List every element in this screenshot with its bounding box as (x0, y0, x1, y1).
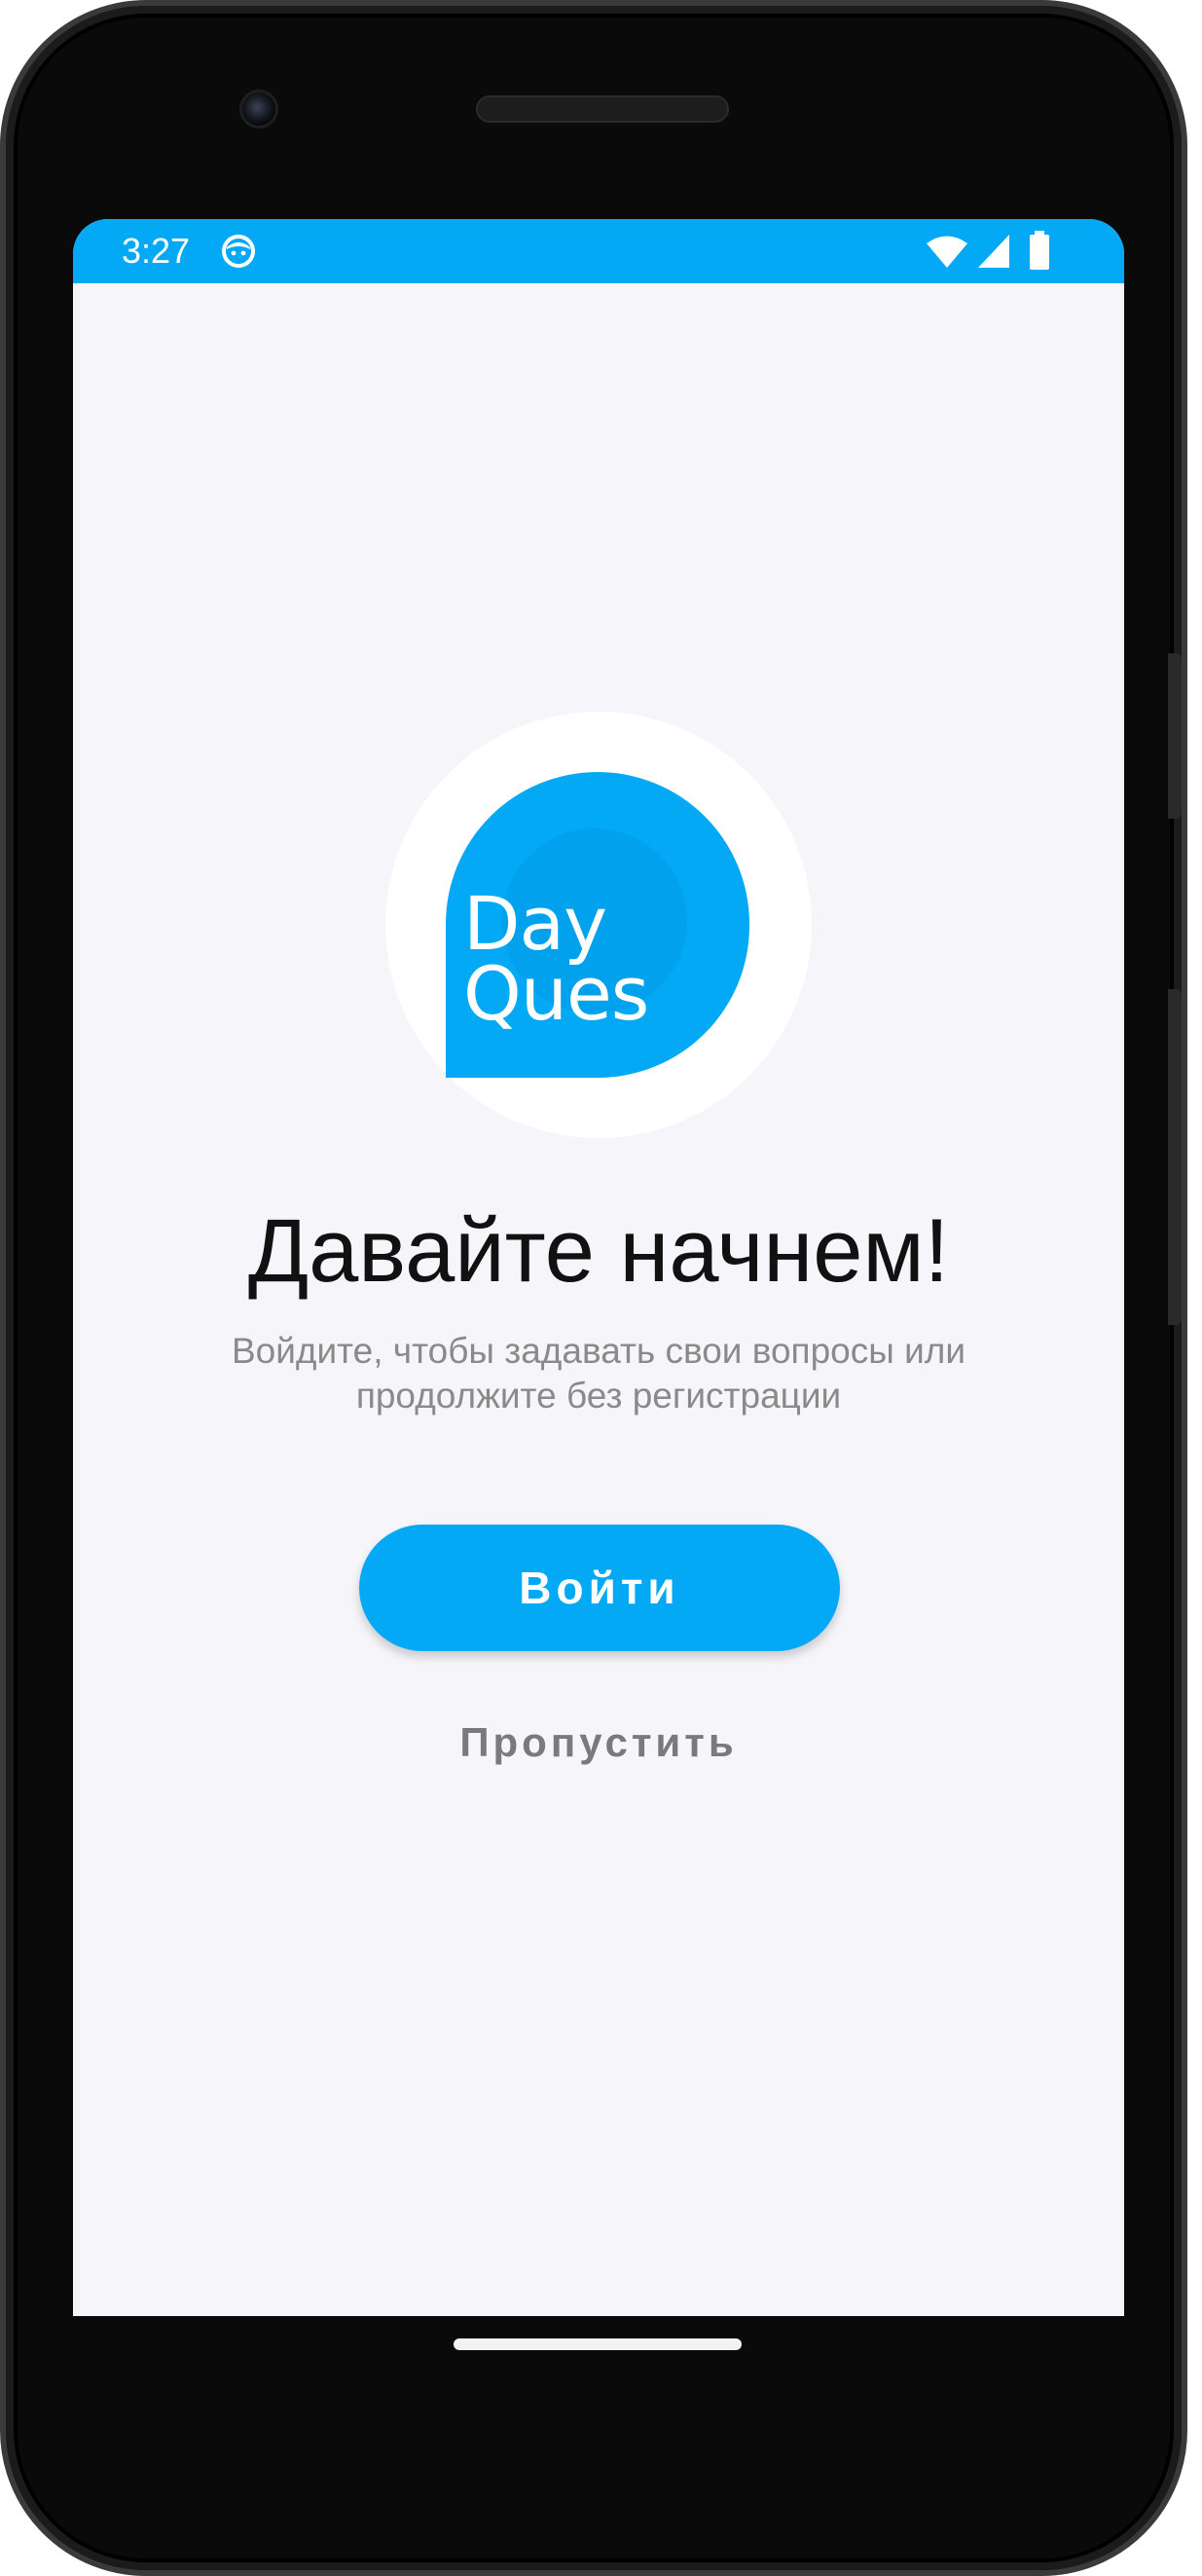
skip-button[interactable]: Пропустить (404, 1713, 793, 1772)
welcome-subtitle: Войдите, чтобы задавать свои вопросы или… (231, 1331, 966, 1416)
home-indicator[interactable] (454, 2338, 742, 2350)
phone-frame: 3:27 Day Ques Давайте начнем! Войдите, ч… (0, 0, 1187, 2576)
app-logo: Day Ques (446, 772, 749, 1078)
cellular-signal-icon (978, 235, 1009, 268)
volume-button (1168, 989, 1182, 1325)
notification-face-icon (222, 235, 255, 268)
battery-icon (1030, 231, 1049, 270)
logo-line-ques: Ques (463, 950, 649, 1037)
status-bar: 3:27 (73, 219, 1124, 283)
welcome-title: Давайте начнем! (247, 1201, 950, 1301)
logo-wordmark: Day Ques (463, 880, 649, 1037)
wifi-icon (927, 236, 967, 268)
front-camera (239, 90, 278, 129)
app-screen: 3:27 Day Ques Давайте начнем! Войдите, ч… (73, 219, 1124, 2316)
earpiece-speaker (476, 95, 729, 123)
power-button (1168, 653, 1182, 819)
logo-line-day: Day (463, 880, 607, 967)
login-button[interactable]: Войти (359, 1525, 840, 1651)
status-time: 3:27 (122, 231, 191, 271)
